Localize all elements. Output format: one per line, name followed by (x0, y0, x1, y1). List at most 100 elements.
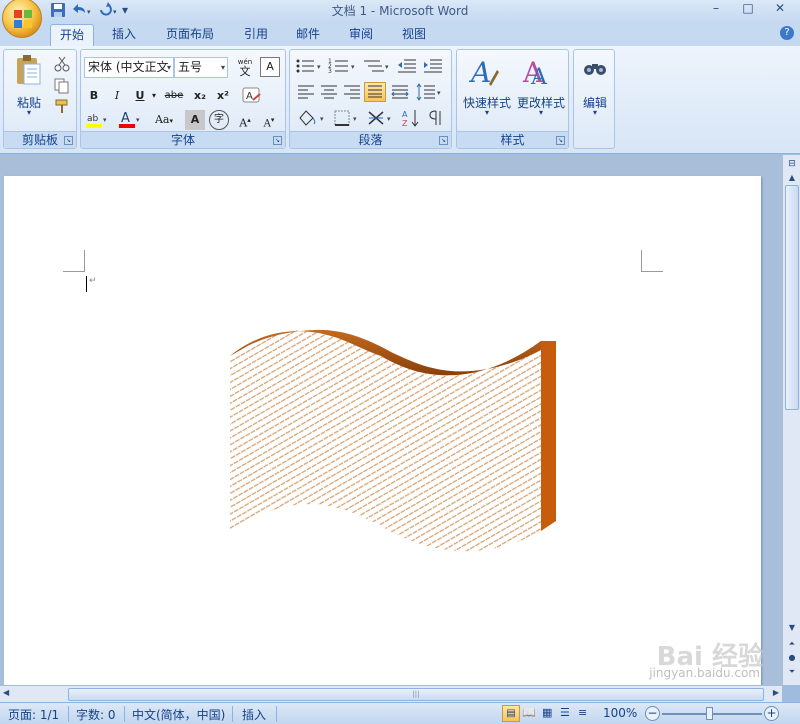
borders-icon[interactable]: ▾ (332, 108, 362, 128)
print-layout-view-icon[interactable]: ▤ (502, 705, 520, 722)
minimize-button[interactable]: – (700, 0, 732, 18)
paste-dropdown-icon[interactable]: ▾ (12, 108, 46, 117)
select-browse-object-icon[interactable]: ● (785, 651, 799, 665)
align-center-icon[interactable] (319, 83, 339, 101)
outline-view-icon[interactable]: ☰ (560, 706, 570, 719)
scroll-up-icon[interactable]: ▲ (785, 171, 799, 185)
character-shading-button[interactable]: A (185, 110, 205, 130)
full-screen-reading-view-icon[interactable]: 📖 (522, 706, 536, 719)
quick-styles-icon[interactable]: A (469, 56, 501, 88)
editing-dropdown-icon[interactable]: ▾ (576, 108, 614, 117)
shrink-font-label: A (263, 118, 271, 130)
underline-button[interactable]: U (130, 86, 150, 106)
find-binoculars-icon[interactable] (583, 58, 607, 78)
word-count[interactable]: 字数: 0 (76, 706, 116, 723)
ribbon: 粘贴 ▾ 剪贴板 ↘ 宋体 (中文正文 ▾ 五号 ▾ wén 文 A B I U ▾ (0, 46, 800, 154)
tab-mailings[interactable]: 邮件 (288, 24, 328, 46)
change-styles-icon[interactable]: A A (521, 56, 553, 88)
justify-icon (368, 85, 382, 98)
zoom-level[interactable]: 100% (603, 706, 637, 720)
language-indicator[interactable]: 中文(简体，中国) (132, 706, 225, 723)
quick-styles-dropdown-icon[interactable]: ▾ (477, 108, 497, 117)
horizontal-scroll-thumb[interactable]: ||| (68, 688, 764, 701)
svg-text:▾: ▾ (387, 115, 391, 123)
paragraph-group: ▾ 123 ▾ ▾ ▾ ▾ ▾ ▾ A Z 段落 ↘ (289, 49, 452, 149)
italic-button[interactable]: I (107, 86, 127, 106)
change-styles-dropdown-icon[interactable]: ▾ (531, 108, 551, 117)
character-border-button[interactable]: A (260, 57, 280, 77)
top-left-crop-mark (63, 250, 85, 272)
align-right-icon[interactable] (342, 83, 362, 101)
font-size-combo[interactable]: 五号 ▾ (174, 57, 228, 78)
svg-text:Z: Z (402, 119, 408, 128)
zoom-slider-thumb[interactable] (706, 707, 713, 720)
tab-insert[interactable]: 插入 (104, 24, 144, 46)
bold-button[interactable]: B (84, 86, 104, 106)
paragraph-mark-icon: ↵ (89, 276, 97, 286)
help-icon[interactable]: ? (780, 26, 794, 40)
paragraph-dialog-launcher-icon[interactable]: ↘ (439, 136, 448, 145)
close-button[interactable]: ✕ (764, 0, 796, 18)
align-left-icon[interactable] (296, 83, 316, 101)
scroll-down-icon[interactable]: ▼ (785, 621, 799, 635)
font-name-combo[interactable]: 宋体 (中文正文 ▾ (84, 57, 174, 78)
web-layout-view-icon[interactable]: ▦ (542, 706, 552, 719)
tab-references[interactable]: 引用 (236, 24, 276, 46)
wave-shape[interactable] (226, 326, 562, 556)
numbering-icon[interactable]: 123 ▾ (328, 56, 358, 76)
paste-icon[interactable] (14, 54, 42, 86)
shrink-font-button[interactable]: A▾ (259, 110, 279, 130)
tab-home[interactable]: 开始 (50, 24, 94, 46)
shading-icon[interactable]: ▾ (296, 108, 328, 128)
next-page-icon[interactable]: ⏷ (785, 665, 799, 679)
styles-dialog-launcher-icon[interactable]: ↘ (556, 136, 565, 145)
vertical-scrollbar[interactable]: ⊟ ▲ ▼ ⏶ ● ⏷ (782, 155, 800, 685)
page-count[interactable]: 页面: 1/1 (8, 706, 59, 723)
show-formatting-marks-icon[interactable] (426, 108, 446, 128)
font-dialog-launcher-icon[interactable]: ↘ (273, 136, 282, 145)
editing-group: 编辑 ▾ (573, 49, 615, 149)
cut-icon[interactable] (54, 56, 70, 72)
tab-page-layout[interactable]: 页面布局 (158, 24, 222, 46)
increase-indent-icon[interactable] (422, 56, 446, 76)
scroll-left-icon[interactable]: ◀ (3, 688, 9, 697)
draft-view-icon[interactable]: ≡ (578, 706, 587, 719)
multilevel-list-icon[interactable]: ▾ (362, 56, 392, 76)
subscript-button[interactable]: x₂ (190, 86, 210, 106)
format-painter-icon[interactable] (54, 98, 70, 114)
clear-formatting-icon[interactable]: A (241, 86, 263, 106)
sort-icon[interactable]: AZ (400, 108, 422, 128)
tab-review[interactable]: 审阅 (341, 24, 381, 46)
decrease-indent-icon[interactable] (396, 56, 420, 76)
highlight-icon[interactable]: ab ▾ (84, 110, 110, 130)
chinese-layout-icon[interactable]: ▾ (366, 108, 396, 128)
zoom-out-icon[interactable]: − (645, 706, 660, 721)
bullets-icon[interactable]: ▾ (294, 56, 324, 76)
vertical-scroll-thumb[interactable] (785, 185, 799, 410)
line-spacing-icon[interactable]: ▾ (415, 83, 445, 101)
enclose-characters-button[interactable]: 字 (209, 110, 229, 130)
distributed-icon[interactable] (390, 83, 410, 101)
previous-page-icon[interactable]: ⏶ (785, 637, 799, 651)
superscript-button[interactable]: x² (213, 86, 233, 106)
underline-dropdown-icon[interactable]: ▾ (149, 86, 159, 106)
svg-text:A: A (246, 91, 253, 102)
clipboard-dialog-launcher-icon[interactable]: ↘ (64, 136, 73, 145)
zoom-in-icon[interactable]: + (764, 706, 779, 721)
maximize-button[interactable]: □ (732, 0, 764, 18)
justify-button[interactable] (364, 82, 386, 102)
horizontal-scrollbar[interactable]: ◀ ||| ▶ (0, 685, 782, 702)
tab-view[interactable]: 视图 (394, 24, 434, 46)
scroll-right-icon[interactable]: ▶ (773, 688, 779, 697)
strikethrough-button[interactable]: abe (161, 86, 187, 106)
svg-text:▾: ▾ (437, 89, 441, 97)
font-color-icon[interactable]: A ▾ (117, 110, 143, 130)
insert-mode-indicator[interactable]: 插入 (242, 706, 266, 723)
grow-font-button[interactable]: A▴ (235, 110, 255, 130)
phonetic-guide-button[interactable]: wén 文 (233, 57, 257, 77)
ruler-toggle-icon[interactable]: ⊟ (785, 157, 799, 171)
copy-icon[interactable] (54, 78, 70, 94)
document-page[interactable]: ↵ (4, 176, 761, 686)
document-area: ↵ (0, 155, 782, 686)
change-case-button[interactable]: Aa▾ (151, 110, 177, 130)
